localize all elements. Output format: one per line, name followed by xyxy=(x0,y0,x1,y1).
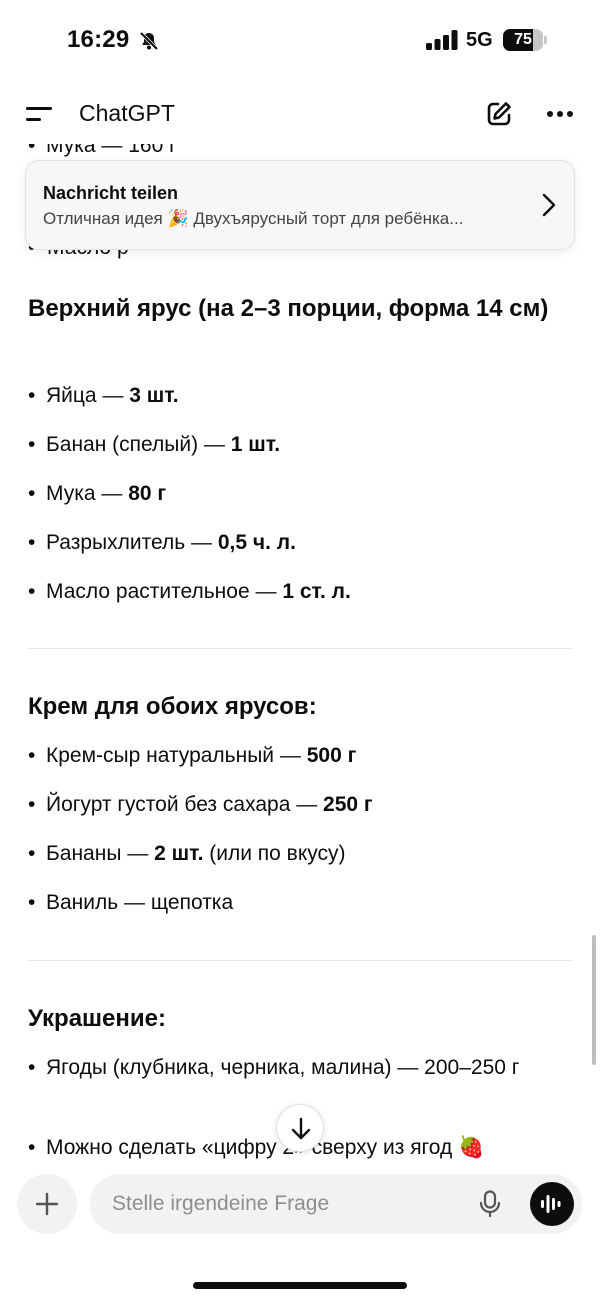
more-icon[interactable] xyxy=(546,110,574,118)
list-item: • Яйца — 3 шт. xyxy=(28,384,179,407)
section-heading: Верхний ярус (на 2–3 порции, форма 14 см… xyxy=(28,295,549,322)
list-item: • Ваниль — щепотка xyxy=(28,891,234,914)
status-bar: 16:29 5G 75 xyxy=(0,0,600,84)
share-title: Nachricht teilen xyxy=(43,183,179,203)
scroll-down-button[interactable] xyxy=(276,1104,324,1152)
divider xyxy=(28,648,572,649)
plus-icon xyxy=(35,1192,59,1216)
share-message-toast[interactable]: Nachricht teilen Отличная идея 🎉 Двухъяр… xyxy=(25,160,575,250)
voice-mode-icon xyxy=(541,1195,561,1213)
battery-percent: 75 xyxy=(514,31,532,48)
composer-bar xyxy=(0,1164,600,1300)
status-time: 16:29 xyxy=(67,26,130,53)
list-item: • Крем-сыр натуральный — 500 г xyxy=(28,744,357,767)
list-item: • Ягоды (клубника, черника, малина) — 200… xyxy=(28,1056,520,1079)
app-title[interactable]: ChatGPT xyxy=(79,100,175,127)
list-item: • Разрыхлитель — 0,5 ч. л. xyxy=(28,531,296,554)
bell-slash-icon xyxy=(139,31,159,51)
section-heading: Украшение: xyxy=(28,1005,166,1032)
network-type: 5G xyxy=(466,29,493,51)
microphone-icon[interactable] xyxy=(478,1190,502,1218)
share-preview: Отличная идея 🎉 Двухъярусный торт для ре… xyxy=(43,209,464,228)
list-item: • Мука — 80 г xyxy=(28,482,167,505)
message-input-container[interactable] xyxy=(90,1174,582,1234)
arrow-down-icon xyxy=(291,1117,311,1140)
chevron-right-icon xyxy=(542,193,556,217)
battery-icon: 75 xyxy=(503,29,547,51)
menu-icon[interactable] xyxy=(26,104,54,124)
list-item: • Бананы — 2 шт. (или по вкусу) xyxy=(28,842,346,865)
list-item: • Йогурт густой без сахара — 250 г xyxy=(28,793,373,816)
new-chat-icon[interactable] xyxy=(485,100,513,128)
list-item: • Масло растительное — 1 ст. л. xyxy=(28,580,351,603)
list-item: • Банан (спелый) — 1 шт. xyxy=(28,433,281,456)
message-input[interactable] xyxy=(112,1188,472,1220)
divider xyxy=(28,960,572,961)
chat-content: •Мука — 160 г • Масло р Верхний ярус (на… xyxy=(0,144,600,1164)
scrollbar[interactable] xyxy=(592,935,596,1065)
app-header: ChatGPT xyxy=(0,84,600,144)
voice-mode-button[interactable] xyxy=(530,1182,574,1226)
section-heading: Крем для обоих ярусов: xyxy=(28,693,317,720)
home-indicator xyxy=(193,1282,407,1289)
signal-icon xyxy=(426,30,458,50)
add-attachment-button[interactable] xyxy=(17,1174,77,1234)
